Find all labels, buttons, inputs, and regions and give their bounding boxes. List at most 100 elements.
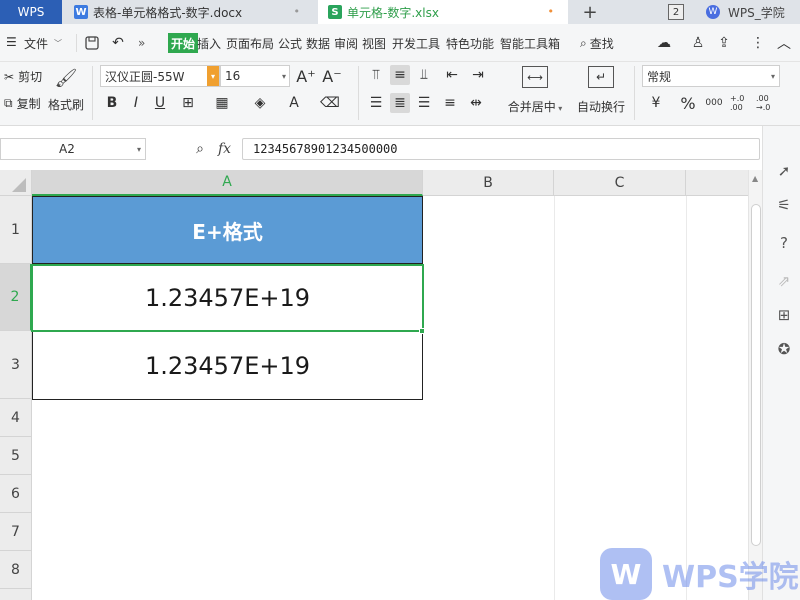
word-file-icon: W xyxy=(74,5,88,19)
formula-input[interactable]: 12345678901234500000 xyxy=(242,138,760,160)
row-header-2[interactable]: 2 xyxy=(0,264,32,331)
borders-icon[interactable]: ⊞ xyxy=(178,93,198,113)
tab-review[interactable]: 审阅 xyxy=(334,33,358,53)
file-menu[interactable]: 文件 ﹀ xyxy=(24,33,62,53)
dropdown-arrow-icon: ▾ xyxy=(281,72,286,81)
cell-a2[interactable]: 1.23457E+19 xyxy=(32,264,423,331)
align-center-icon[interactable]: ≣ xyxy=(390,93,410,113)
select-all-corner[interactable] xyxy=(0,170,32,196)
increase-font-icon[interactable]: A⁺ xyxy=(296,66,316,86)
fill-pattern-icon[interactable]: ▦ xyxy=(212,93,232,113)
row-header-5[interactable]: 5 xyxy=(0,437,32,475)
scrollbar-thumb[interactable] xyxy=(751,204,761,546)
wps-academy-account[interactable]: W WPS_学院 xyxy=(706,0,785,24)
cut-button[interactable]: ✂ 剪切 xyxy=(4,68,42,85)
justify-icon[interactable]: ≡ xyxy=(440,93,460,113)
row-header-8[interactable]: 8 xyxy=(0,551,32,589)
row-header-3[interactable]: 3 xyxy=(0,331,32,399)
percent-button[interactable]: % xyxy=(678,93,698,113)
row-header-4[interactable]: 4 xyxy=(0,399,32,437)
cell-name-box[interactable]: A2 ▾ xyxy=(0,138,146,160)
wrap-text-button[interactable]: ↵ 自动换行 xyxy=(574,66,628,120)
format-painter-button[interactable]: 🖌 格式刷 xyxy=(46,66,86,120)
new-tab-button[interactable]: + xyxy=(578,0,602,24)
help-icon[interactable]: ? xyxy=(775,234,793,252)
tab-label: 表格-单元格格式-数字.docx xyxy=(93,5,243,20)
window-count-badge[interactable]: 2 xyxy=(668,4,684,20)
settings-sliders-icon[interactable]: ⚟ xyxy=(775,196,793,214)
tab-view[interactable]: 视图 xyxy=(362,33,386,53)
cursor-select-icon[interactable]: ➚ xyxy=(775,162,793,180)
cloud-sync-icon[interactable]: ☁ xyxy=(654,33,674,53)
unsaved-dot-icon[interactable]: • xyxy=(548,0,555,24)
share-icon[interactable]: ⇗ xyxy=(775,272,793,290)
thousands-separator-button[interactable]: 000 xyxy=(704,93,724,113)
tab-formulas[interactable]: 公式 xyxy=(278,33,302,53)
fill-color-icon[interactable]: ◈ xyxy=(250,93,270,113)
save-icon[interactable] xyxy=(82,33,102,53)
increase-indent-icon[interactable]: ⇥ xyxy=(468,65,488,85)
right-task-pane: ➚ ⚟ ? ⇗ ⊞ ✪ xyxy=(762,126,800,600)
copy-button[interactable]: ⧉ 复制 xyxy=(4,95,41,112)
decrease-font-icon[interactable]: A⁻ xyxy=(322,66,342,86)
decrease-decimal-button[interactable]: .00 →.0 xyxy=(756,93,776,113)
bold-button[interactable]: B xyxy=(102,93,122,113)
column-header-b[interactable]: B xyxy=(423,170,554,196)
clear-format-icon[interactable]: ⌫ xyxy=(320,93,340,113)
column-header-a[interactable]: A xyxy=(32,170,423,196)
decrease-indent-icon[interactable]: ⇤ xyxy=(442,65,462,85)
distributed-icon[interactable]: ⇹ xyxy=(466,93,486,113)
align-bottom-icon[interactable]: ⫫ xyxy=(414,65,434,85)
column-header-c[interactable]: C xyxy=(554,170,686,196)
currency-icon[interactable]: ¥ xyxy=(646,93,666,113)
tab-data[interactable]: 数据 xyxy=(306,33,330,53)
align-top-icon[interactable]: ⫪ xyxy=(366,65,386,85)
cell-a3[interactable]: 1.23457E+19 xyxy=(32,331,423,400)
wps-home-button[interactable]: WPS xyxy=(0,0,62,24)
align-left-icon[interactable]: ☰ xyxy=(366,93,386,113)
tab-smart-toolbox[interactable]: 智能工具箱 xyxy=(500,33,560,53)
fx-icon[interactable]: fx xyxy=(218,141,231,157)
tab-special-features[interactable]: 特色功能 xyxy=(446,33,494,53)
align-middle-icon[interactable]: ≡ xyxy=(390,65,410,85)
tab-developer[interactable]: 开发工具 xyxy=(392,33,440,53)
gridline xyxy=(554,196,555,600)
tab-xlsx-spreadsheet[interactable]: S 单元格-数字.xlsx • xyxy=(318,0,568,24)
vertical-scrollbar[interactable]: ▲ xyxy=(748,170,762,600)
italic-button[interactable]: I xyxy=(126,93,146,113)
underline-button[interactable]: U xyxy=(150,93,170,113)
search-button[interactable]: ⌕ 查找 xyxy=(580,33,614,53)
font-size-select[interactable]: 16 ▾ xyxy=(220,65,290,87)
wps-logo-icon: W xyxy=(600,548,652,600)
font-color-icon[interactable]: A xyxy=(284,93,304,113)
tab-start[interactable]: 开始 xyxy=(168,33,199,53)
row-header-7[interactable]: 7 xyxy=(0,513,32,551)
undo-icon[interactable]: ↶ xyxy=(108,33,128,53)
hamburger-menu-icon[interactable]: ☰ xyxy=(6,35,17,49)
tab-close-icon[interactable]: • xyxy=(294,0,301,24)
share-icon[interactable]: ⇪ xyxy=(714,33,734,53)
increase-decimal-button[interactable]: +.0 .00 xyxy=(730,93,750,113)
column-header-d[interactable] xyxy=(686,170,748,196)
apps-grid-icon[interactable]: ⊞ xyxy=(775,306,793,324)
share-user-icon[interactable]: ♙ xyxy=(688,33,708,53)
scroll-up-icon[interactable]: ▲ xyxy=(752,174,758,183)
collapse-ribbon-icon[interactable]: ︿ xyxy=(774,33,794,53)
award-badge-icon[interactable]: ✪ xyxy=(775,340,793,358)
zoom-search-icon[interactable]: ⌕ xyxy=(190,139,210,159)
row-header-9[interactable] xyxy=(0,589,32,600)
more-options-icon[interactable]: ⋮ xyxy=(748,33,768,53)
merge-center-button[interactable]: ⟷ 合并居中 ▾ xyxy=(504,66,566,120)
row-header-1[interactable]: 1 xyxy=(0,196,32,264)
font-name-select[interactable]: 汉仪正圆-55W ▾ xyxy=(100,65,220,87)
number-format-select[interactable]: 常规 ▾ xyxy=(642,65,780,87)
fill-handle[interactable] xyxy=(419,328,425,334)
cell-a1[interactable]: E+格式 xyxy=(32,196,423,264)
tab-insert[interactable]: 插入 xyxy=(197,33,221,53)
more-chevron-icon[interactable]: » xyxy=(138,33,145,53)
tab-page-layout[interactable]: 页面布局 xyxy=(226,33,274,53)
row-header-6[interactable]: 6 xyxy=(0,475,32,513)
align-right-icon[interactable]: ☰ xyxy=(414,93,434,113)
tab-docx-document[interactable]: W 表格-单元格格式-数字.docx • xyxy=(64,0,314,24)
cut-label: 剪切 xyxy=(18,70,43,84)
